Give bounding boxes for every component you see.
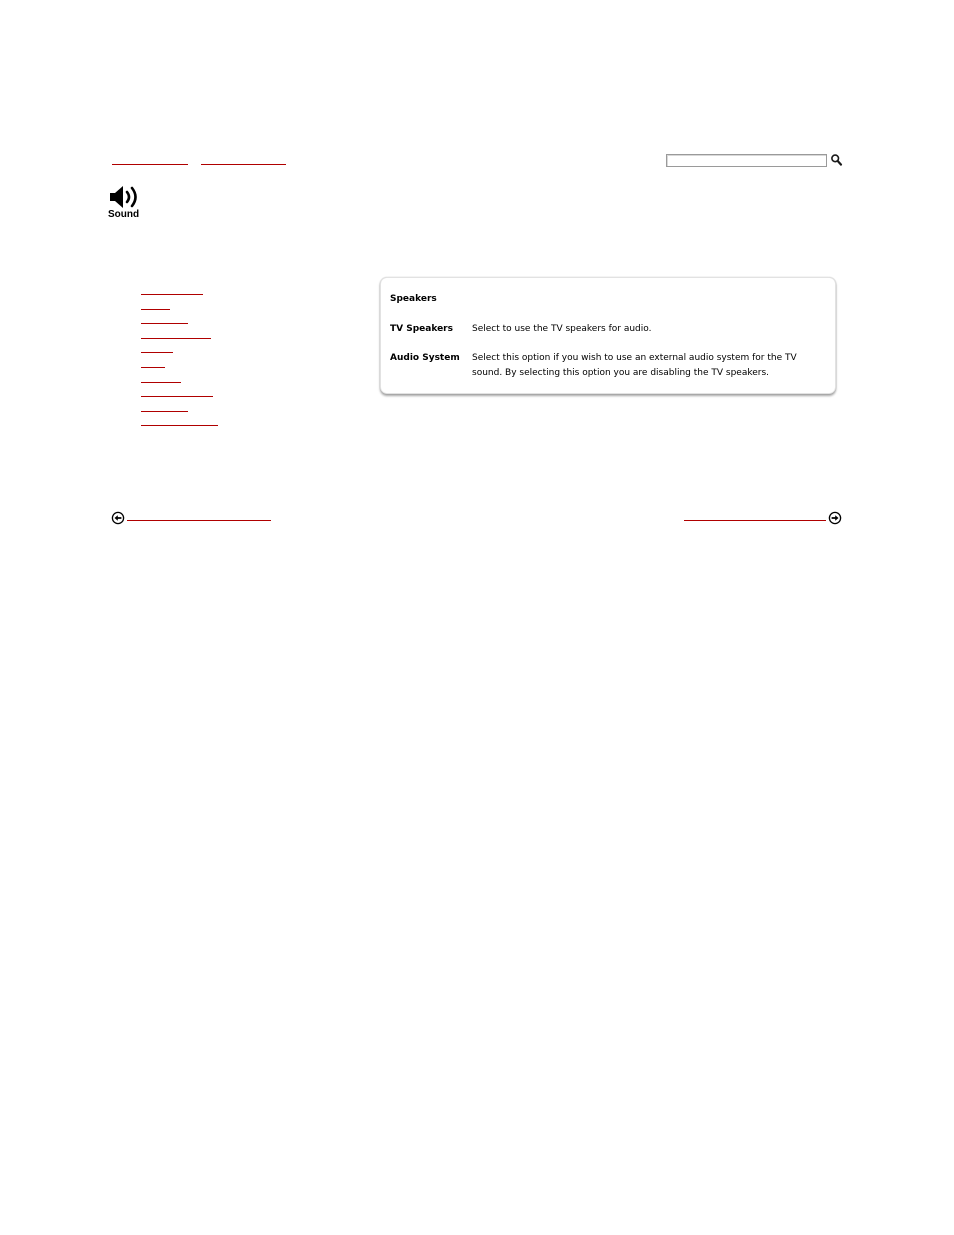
- nav-link-1[interactable]: [141, 282, 203, 295]
- top-link-1[interactable]: [112, 152, 188, 165]
- nav-link-8[interactable]: [141, 384, 213, 397]
- next-page-link[interactable]: [684, 508, 826, 521]
- nav-link-7[interactable]: [141, 370, 181, 383]
- speakers-info-card: Speakers TV Speakers Select to use the T…: [380, 277, 836, 394]
- card-title: Speakers: [390, 294, 437, 304]
- row-desc-audio-system: Select this option if you wish to use an…: [472, 353, 797, 378]
- arrow-right-icon: [828, 511, 842, 525]
- nav-link-2[interactable]: [141, 297, 170, 310]
- search-bar: [666, 153, 843, 169]
- top-link-2[interactable]: [201, 152, 286, 165]
- sound-section-icon: Sound: [106, 184, 146, 222]
- nav-link-4[interactable]: [141, 326, 211, 339]
- search-icon: [831, 154, 843, 166]
- nav-link-5[interactable]: [141, 340, 173, 353]
- search-button[interactable]: [830, 153, 843, 167]
- arrow-left-icon: [111, 511, 125, 525]
- prev-page-button[interactable]: [111, 510, 125, 525]
- row-term-audio-system: Audio System: [390, 353, 460, 363]
- nav-link-9[interactable]: [141, 399, 188, 412]
- speaker-icon: [110, 186, 137, 208]
- row-term-tv-speakers: TV Speakers: [390, 324, 453, 334]
- sound-label: Sound: [108, 209, 140, 220]
- prev-page-link[interactable]: [127, 508, 271, 521]
- next-page-button[interactable]: [828, 510, 842, 525]
- nav-link-3[interactable]: [141, 311, 188, 324]
- row-desc-tv-speakers: Select to use the TV speakers for audio.: [472, 324, 652, 334]
- search-input[interactable]: [666, 154, 827, 167]
- nav-link-6[interactable]: [141, 355, 165, 368]
- nav-link-10[interactable]: [141, 413, 218, 426]
